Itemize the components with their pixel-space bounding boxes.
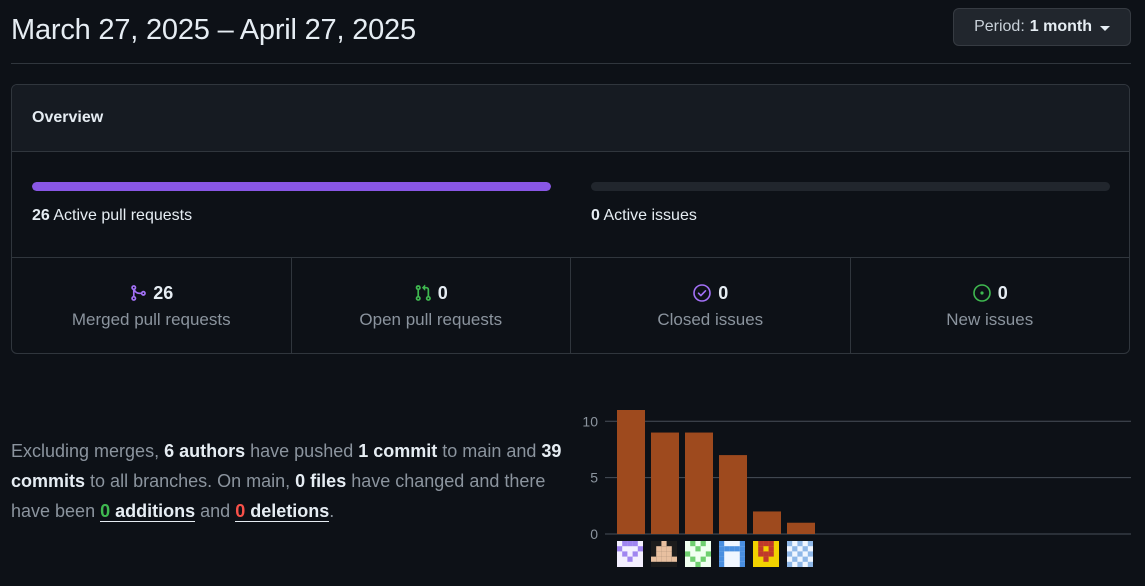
overview-panel: Overview 26 Active pull requests 0 Activ… xyxy=(11,84,1130,354)
stat-new-issues[interactable]: 0 New issues xyxy=(851,258,1130,353)
chart-bar[interactable] xyxy=(719,455,747,534)
merged-prs-label: Merged pull requests xyxy=(71,309,231,329)
author-avatar[interactable] xyxy=(651,541,677,567)
period-label: Period: xyxy=(974,18,1025,35)
chart-bar[interactable] xyxy=(685,432,713,534)
issue-opened-icon xyxy=(972,284,991,302)
additions-label: additions xyxy=(115,501,196,521)
contributors-bar-chart: 0 5 10 xyxy=(582,410,1131,567)
issue-closed-icon xyxy=(693,284,712,302)
author-avatar[interactable] xyxy=(617,541,643,567)
summary-text: and xyxy=(200,501,231,521)
active-prs-label: 26 Active pull requests xyxy=(32,207,551,225)
open-prs-count: 0 xyxy=(437,282,448,303)
period-dropdown-button[interactable]: Period: 1 month xyxy=(953,8,1131,46)
author-avatar[interactable] xyxy=(685,541,711,567)
author-avatar[interactable] xyxy=(719,541,745,567)
stat-open-prs[interactable]: 0 Open pull requests xyxy=(292,258,571,353)
deletions-count: 0 xyxy=(235,501,246,521)
summary-text: have pushed xyxy=(250,441,354,461)
chart-bar[interactable] xyxy=(617,410,645,534)
additions-count: 0 xyxy=(100,501,111,521)
period-value: 1 month xyxy=(1029,18,1092,35)
active-prs-count: 26 xyxy=(32,207,50,224)
additions-link[interactable]: 0 additions xyxy=(100,501,196,522)
merged-prs-count: 26 xyxy=(153,282,174,303)
stat-closed-issues[interactable]: 0 Closed issues xyxy=(571,258,851,353)
active-issues-text: Active issues xyxy=(603,207,697,224)
caret-down-icon xyxy=(1100,25,1110,31)
date-range-title: March 27, 2025 – April 27, 2025 xyxy=(11,14,416,46)
overview-heading: Overview xyxy=(12,85,1129,152)
stats-row: 26 Merged pull requests 0 Open pull requ… xyxy=(12,258,1130,353)
summary-text: to all branches. On main, xyxy=(90,471,291,491)
summary-period: . xyxy=(329,501,335,521)
deletions-link[interactable]: 0 deletions xyxy=(235,501,330,522)
y-tick-label: 0 xyxy=(590,526,598,542)
chart-bar[interactable] xyxy=(787,522,815,534)
active-prs-progress-fill xyxy=(32,182,551,191)
stat-merged-prs[interactable]: 26 Merged pull requests xyxy=(12,258,292,353)
y-tick-label: 5 xyxy=(590,470,598,486)
activity-bars: 26 Active pull requests 0 Active issues xyxy=(12,152,1129,258)
deletions-label: deletions xyxy=(250,501,330,521)
chart-bar[interactable] xyxy=(753,511,781,534)
summary-text: Excluding merges, xyxy=(11,441,160,461)
author-avatar[interactable] xyxy=(753,541,779,567)
active-prs-text: Active pull requests xyxy=(53,207,193,224)
author-avatar[interactable] xyxy=(787,541,813,567)
active-issues-block[interactable]: 0 Active issues xyxy=(591,182,1110,225)
summary-text: to main and xyxy=(442,441,537,461)
new-issues-label: New issues xyxy=(946,309,1034,329)
closed-issues-label: Closed issues xyxy=(657,309,764,329)
active-prs-block[interactable]: 26 Active pull requests xyxy=(32,182,551,225)
y-tick-label: 10 xyxy=(582,413,598,429)
commit-summary: Excluding merges, 6 authors have pushed … xyxy=(11,436,576,526)
active-issues-label: 0 Active issues xyxy=(591,207,1110,225)
page-header: March 27, 2025 – April 27, 2025 Period: … xyxy=(11,0,1131,64)
active-issues-progress xyxy=(591,182,1110,191)
summary-commit-main: 1 commit xyxy=(358,441,438,461)
summary-files: 0 files xyxy=(295,471,347,491)
active-prs-progress xyxy=(32,182,551,191)
git-pull-request-icon xyxy=(415,284,431,301)
new-issues-count: 0 xyxy=(997,282,1008,303)
open-prs-label: Open pull requests xyxy=(359,309,503,329)
summary-authors: 6 authors xyxy=(164,441,246,461)
chart-bar[interactable] xyxy=(651,432,679,534)
closed-issues-count: 0 xyxy=(718,282,729,303)
active-issues-count: 0 xyxy=(591,207,600,224)
git-merge-icon xyxy=(131,285,147,301)
